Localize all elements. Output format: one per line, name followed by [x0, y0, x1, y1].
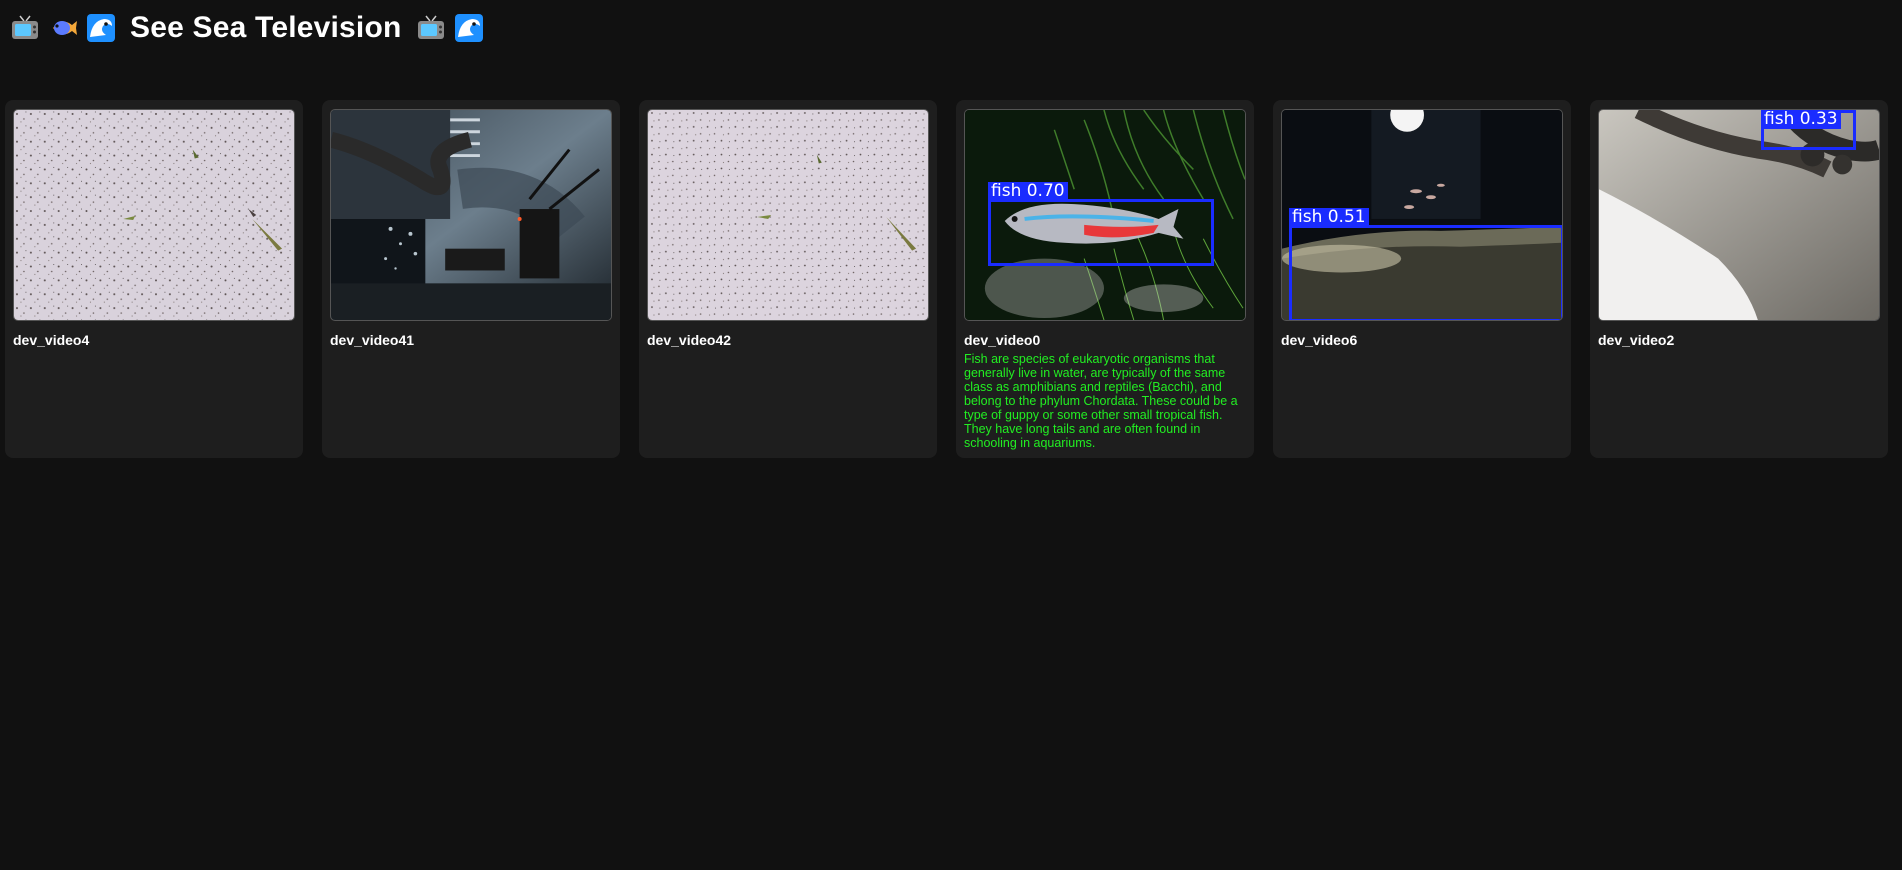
detection-label: fish 0.33 — [1761, 110, 1841, 129]
camera-card[interactable]: fish 0.51 dev_video6 — [1273, 100, 1571, 458]
page-title: See Sea Television — [130, 11, 402, 44]
detection-box — [988, 199, 1214, 266]
camera-label: dev_video2 — [1598, 332, 1675, 348]
camera-description: Fish are species of eukaryotic organisms… — [964, 352, 1238, 450]
detection-box — [1289, 225, 1562, 320]
camera-feed[interactable]: fish 0.70 — [964, 109, 1246, 321]
camera-label: dev_video0 — [964, 332, 1041, 348]
camera-label: dev_video42 — [647, 332, 732, 348]
camera-card[interactable]: dev_video41 — [322, 100, 620, 458]
camera-feed[interactable] — [647, 109, 929, 321]
wave-icon — [86, 13, 116, 43]
page-header: See Sea Television — [10, 10, 484, 46]
camera-label: dev_video41 — [330, 332, 415, 348]
camera-card[interactable]: fish 0.70 dev_video0 Fish are species of… — [956, 100, 1254, 458]
tv-icon — [416, 13, 446, 43]
tv-icon — [10, 13, 40, 43]
camera-card[interactable]: dev_video4 — [5, 100, 303, 458]
camera-label: dev_video6 — [1281, 332, 1358, 348]
camera-label: dev_video4 — [13, 332, 90, 348]
wave-icon — [454, 13, 484, 43]
camera-feed[interactable]: fish 0.33 — [1598, 109, 1880, 321]
detection-label: fish 0.70 — [988, 182, 1068, 201]
camera-grid: dev_video4 dev_video41 dev_video42 fish … — [5, 100, 1888, 458]
camera-card[interactable]: fish 0.33 dev_video2 — [1590, 100, 1888, 458]
camera-card[interactable]: dev_video42 — [639, 100, 937, 458]
detection-label: fish 0.51 — [1289, 208, 1369, 227]
fish-icon — [48, 13, 78, 43]
camera-feed[interactable] — [330, 109, 612, 321]
camera-feed[interactable] — [13, 109, 295, 321]
camera-feed[interactable]: fish 0.51 — [1281, 109, 1563, 321]
